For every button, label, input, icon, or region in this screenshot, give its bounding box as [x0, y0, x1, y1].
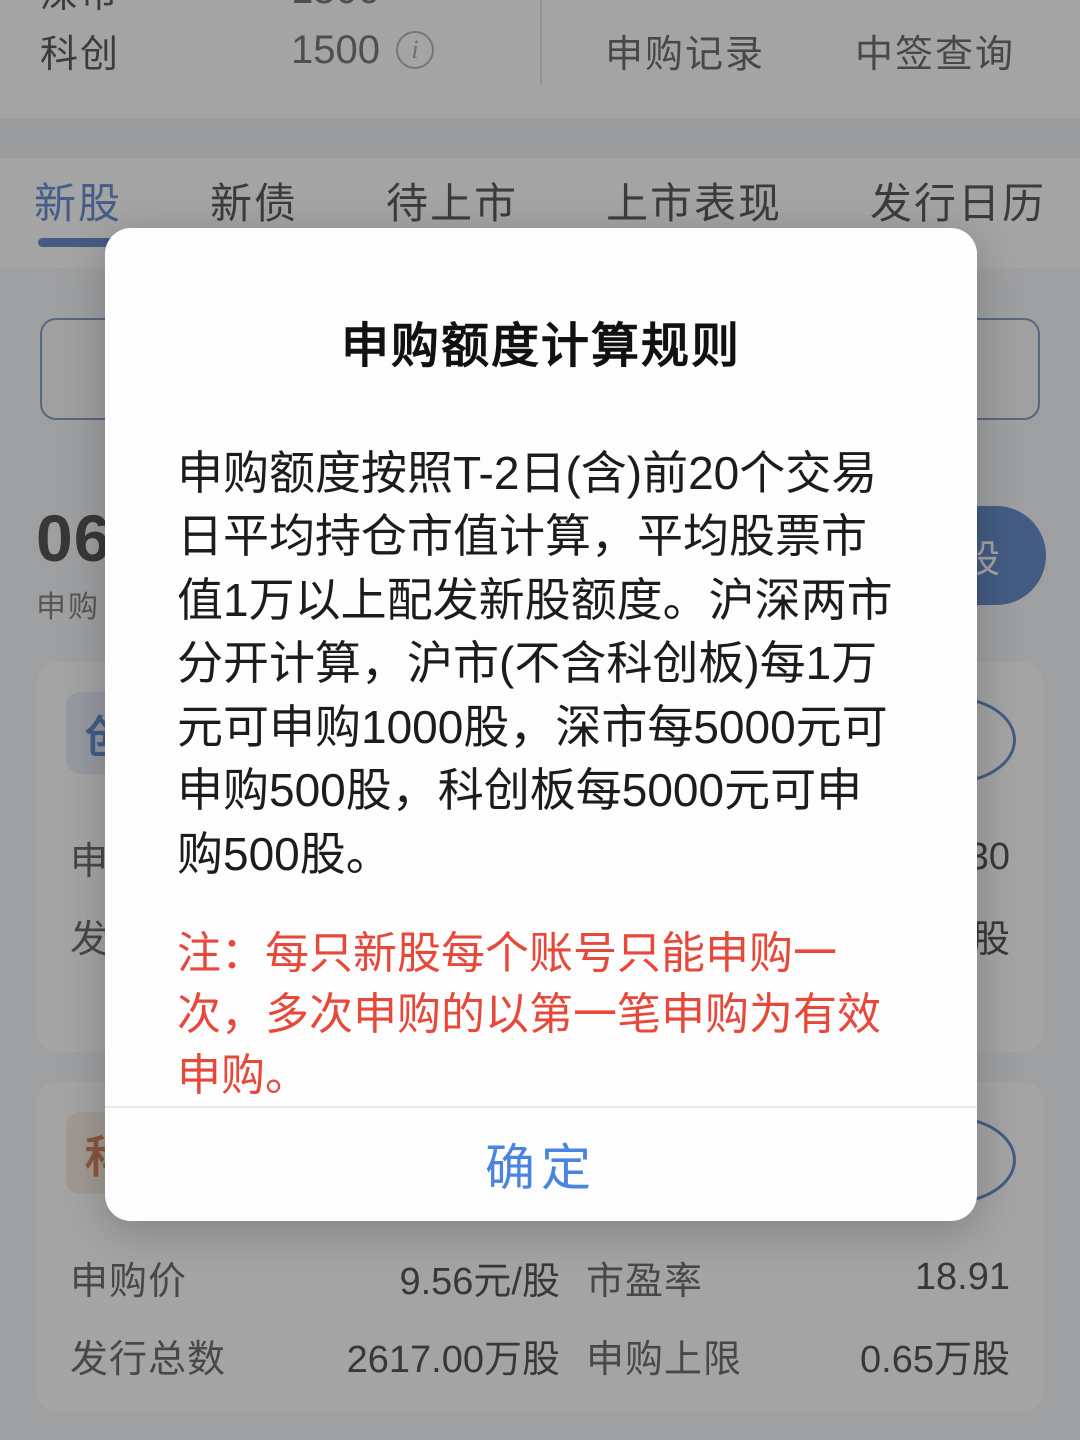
rules-dialog: 申购额度计算规则 申购额度按照T-2日(含)前20个交易日平均持仓市值计算，平均… — [105, 228, 977, 1221]
dialog-note: 注：每只新股每个账号只能申购一次，多次申购的以第一笔申购为有效申购。 — [177, 929, 881, 1100]
dialog-body: 申购额度按照T-2日(含)前20个交易日平均持仓市值计算，平均股票市值1万以上配… — [105, 442, 977, 1106]
dialog-paragraph: 申购额度按照T-2日(含)前20个交易日平均持仓市值计算，平均股票市值1万以上配… — [177, 447, 893, 880]
app-screen: 深市 1500 i 科创 1500 i 申购记录 中签查询 新股 新债 — [0, 0, 1080, 1440]
dialog-title: 申购额度计算规则 — [340, 320, 741, 373]
confirm-button[interactable]: 确定 — [105, 1108, 977, 1221]
